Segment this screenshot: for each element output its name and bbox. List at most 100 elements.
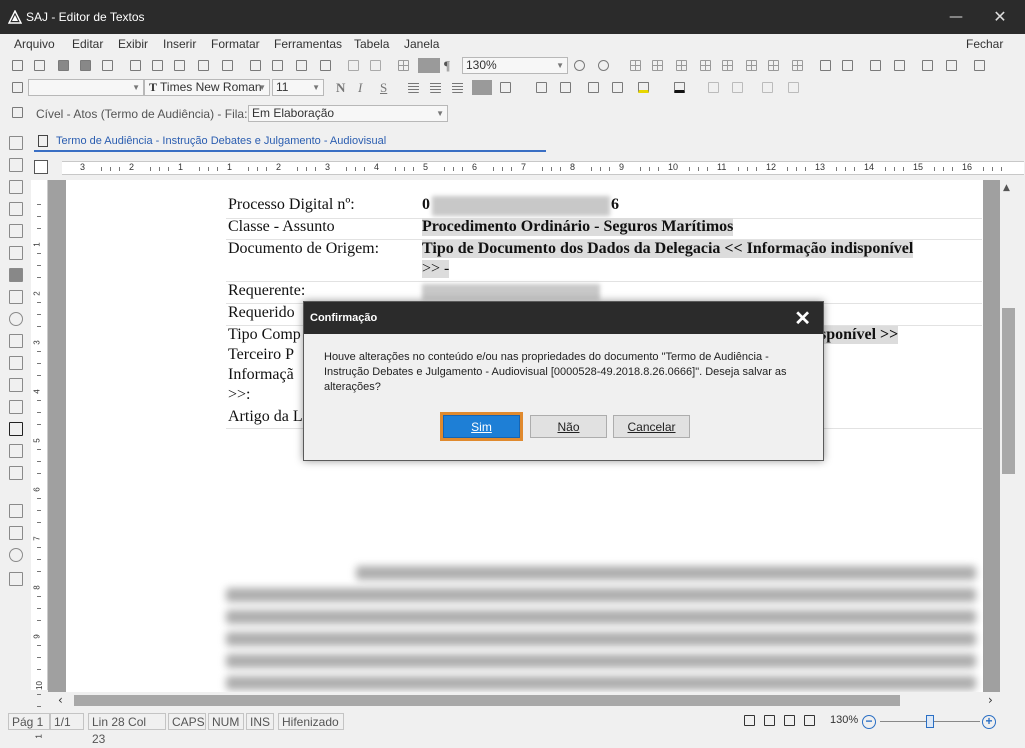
copy-icon[interactable]: [270, 58, 285, 73]
undo-icon[interactable]: [346, 58, 361, 73]
side-tool-4-icon[interactable]: [9, 202, 23, 216]
underline-button[interactable]: S: [380, 80, 387, 96]
zoom-in-button[interactable]: +: [982, 715, 996, 729]
zoom-in-icon[interactable]: [596, 58, 611, 73]
export-icon[interactable]: [920, 58, 935, 73]
tree-icon[interactable]: [892, 58, 907, 73]
attach-icon[interactable]: [172, 58, 187, 73]
bullets-icon[interactable]: [534, 80, 549, 95]
share-icon[interactable]: [9, 548, 23, 562]
yes-button[interactable]: Sim: [443, 415, 520, 438]
side-tool-12-icon[interactable]: [9, 378, 23, 392]
table-split-icon[interactable]: [744, 58, 759, 73]
side-tool-1-icon[interactable]: [9, 136, 23, 150]
zoom-slider-thumb[interactable]: [926, 715, 934, 728]
calendar-icon[interactable]: [9, 400, 23, 414]
side-tool-17-icon[interactable]: [9, 504, 23, 518]
side-tool-9-icon[interactable]: [9, 312, 23, 326]
increase-indent-icon[interactable]: [610, 80, 625, 95]
menu-tabela[interactable]: Tabela: [354, 37, 389, 51]
cut-icon[interactable]: [248, 58, 263, 73]
table-delete-row-icon[interactable]: [674, 58, 689, 73]
document-tab[interactable]: Termo de Audiência - Instrução Debates e…: [34, 130, 546, 152]
align-left-icon[interactable]: [406, 80, 421, 95]
save-as-icon[interactable]: [78, 58, 93, 73]
view-draft-icon[interactable]: [782, 713, 797, 728]
new-document-icon[interactable]: [10, 58, 25, 73]
close-window-button[interactable]: ✕: [977, 0, 1023, 34]
menu-inserir[interactable]: Inserir: [163, 37, 196, 51]
side-tool-10-icon[interactable]: [9, 334, 23, 348]
menu-arquivo[interactable]: Arquivo: [14, 37, 55, 51]
zoom-out-button[interactable]: −: [862, 715, 876, 729]
horizontal-ruler[interactable]: 3 2 1 1 2 3 4 5 6 7 8 9 10 11 12 13 14 15 16: [30, 158, 1025, 176]
mail-icon[interactable]: [196, 58, 211, 73]
side-tool-20-icon[interactable]: [9, 572, 23, 586]
side-tool-2-icon[interactable]: [9, 158, 23, 172]
font-color-icon[interactable]: [672, 80, 687, 95]
table-insert-row-icon[interactable]: [628, 58, 643, 73]
side-tool-3-icon[interactable]: [9, 180, 23, 194]
table-icon[interactable]: [396, 58, 411, 73]
horizontal-scrollbar[interactable]: ‹ ›: [48, 692, 1000, 709]
side-tool-18-icon[interactable]: [9, 526, 23, 540]
side-tool-6-icon[interactable]: [9, 246, 23, 260]
view-page-icon[interactable]: [742, 713, 757, 728]
page-layout-icon[interactable]: [840, 58, 855, 73]
print-preview-icon[interactable]: [150, 58, 165, 73]
spellcheck-icon[interactable]: [220, 58, 235, 73]
no-button[interactable]: Não: [530, 415, 607, 438]
decrease-indent-icon[interactable]: [586, 80, 601, 95]
table-merge-icon[interactable]: [720, 58, 735, 73]
side-tool-8-icon[interactable]: [9, 290, 23, 304]
table-borders-icon[interactable]: [766, 58, 781, 73]
menu-janela[interactable]: Janela: [404, 37, 439, 51]
view-web-icon[interactable]: [762, 713, 777, 728]
table-props-icon[interactable]: [790, 58, 805, 73]
tab-selector[interactable]: [34, 160, 48, 174]
vertical-scroll-thumb[interactable]: [1002, 308, 1015, 474]
font-size-combo[interactable]: 11 ▼: [272, 79, 324, 96]
paste-icon[interactable]: [294, 58, 309, 73]
side-tool-7-icon[interactable]: [9, 268, 23, 282]
numbering-icon[interactable]: [558, 80, 573, 95]
cancel-button[interactable]: Cancelar: [613, 415, 690, 438]
keyboard-icon[interactable]: [972, 58, 987, 73]
side-tool-11-icon[interactable]: [9, 356, 23, 370]
justify-icon[interactable]: [472, 80, 492, 95]
menu-formatar[interactable]: Formatar: [211, 37, 260, 51]
zoom-out-icon[interactable]: [572, 58, 587, 73]
superscript-icon[interactable]: [706, 80, 721, 95]
subscript-icon[interactable]: [730, 80, 745, 95]
italic-button[interactable]: I: [358, 80, 362, 96]
menu-fechar[interactable]: Fechar: [966, 37, 1003, 51]
horizontal-scroll-thumb[interactable]: [74, 695, 900, 706]
scroll-left-icon[interactable]: ‹: [58, 693, 63, 707]
minimize-button[interactable]: —: [933, 0, 979, 34]
style-combo[interactable]: ▼: [28, 79, 144, 96]
font-family-combo[interactable]: T Times New Roman ▼: [144, 79, 270, 96]
field-icon[interactable]: [868, 58, 883, 73]
side-tool-14-icon[interactable]: [9, 422, 23, 436]
case-lower-icon[interactable]: [786, 80, 801, 95]
line-spacing-icon[interactable]: [498, 80, 513, 95]
side-tool-15-icon[interactable]: [9, 444, 23, 458]
case-upper-icon[interactable]: [760, 80, 775, 95]
zoom-combo[interactable]: 130% ▼: [462, 57, 568, 74]
print-icon[interactable]: [128, 58, 143, 73]
open-icon[interactable]: [32, 58, 47, 73]
table-insert-col-icon[interactable]: [650, 58, 665, 73]
save-icon[interactable]: [100, 58, 115, 73]
format-painter-icon[interactable]: [318, 58, 333, 73]
highlight-icon[interactable]: [636, 80, 651, 95]
menu-ferramentas[interactable]: Ferramentas: [274, 37, 342, 51]
columns-icon[interactable]: [818, 58, 833, 73]
redo-icon[interactable]: [368, 58, 383, 73]
signature-icon[interactable]: [944, 58, 959, 73]
align-right-icon[interactable]: [450, 80, 465, 95]
bold-button[interactable]: N: [336, 80, 345, 96]
scroll-up-icon[interactable]: ▲: [1003, 183, 1010, 193]
lock-icon[interactable]: [9, 466, 23, 480]
menu-exibir[interactable]: Exibir: [118, 37, 148, 51]
pilcrow-icon[interactable]: ¶: [444, 58, 450, 74]
